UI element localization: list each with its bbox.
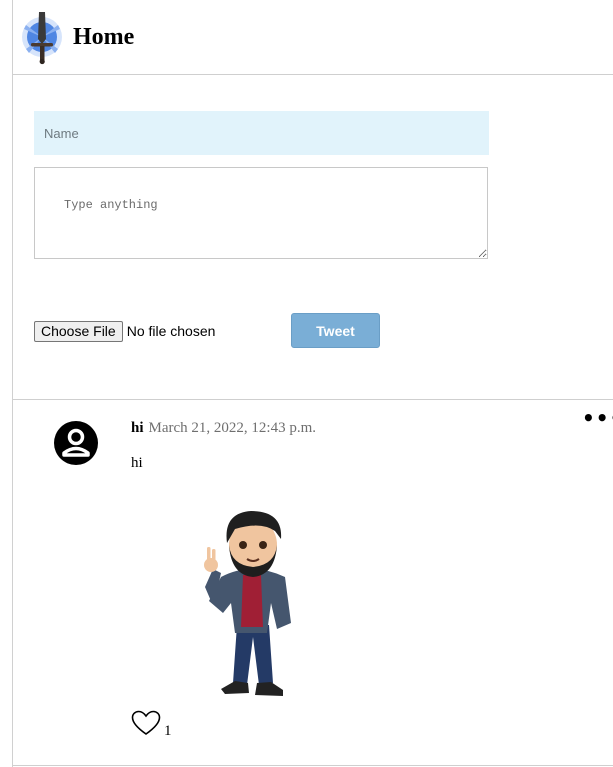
tweet-date: March 21, 2022, 12:43 p.m. [148,420,316,436]
file-picker: Choose File No file chosen [34,320,215,342]
user-avatar-icon [54,421,98,465]
page-title: Home [73,24,135,50]
name-input[interactable] [34,111,489,155]
tweet-textarea[interactable] [34,167,488,259]
file-status-text: No file chosen [126,323,216,339]
tweet-composer: Choose File No file chosen Tweet [13,75,613,400]
like-area: 1 [131,710,172,739]
header: Home [13,0,613,75]
tweet-item: ••• hiMarch 21, 2022, 12:43 p.m. hi [13,400,613,766]
cartoon-man-image [204,511,291,696]
more-options-icon[interactable]: ••• [582,406,613,430]
heart-icon[interactable] [131,710,161,736]
like-count: 1 [164,723,172,739]
choose-file-button[interactable]: Choose File [34,320,123,342]
page: Home Choose File No file chosen Tweet ••… [12,0,613,767]
tweet-button[interactable]: Tweet [291,313,380,348]
tweet-username[interactable]: hi [131,420,144,436]
sword-logo-icon[interactable] [20,9,64,65]
tweet-text: hi [131,455,143,471]
tweet-header: hi March 21, 2022, 12:43 p.m. [131,420,316,437]
